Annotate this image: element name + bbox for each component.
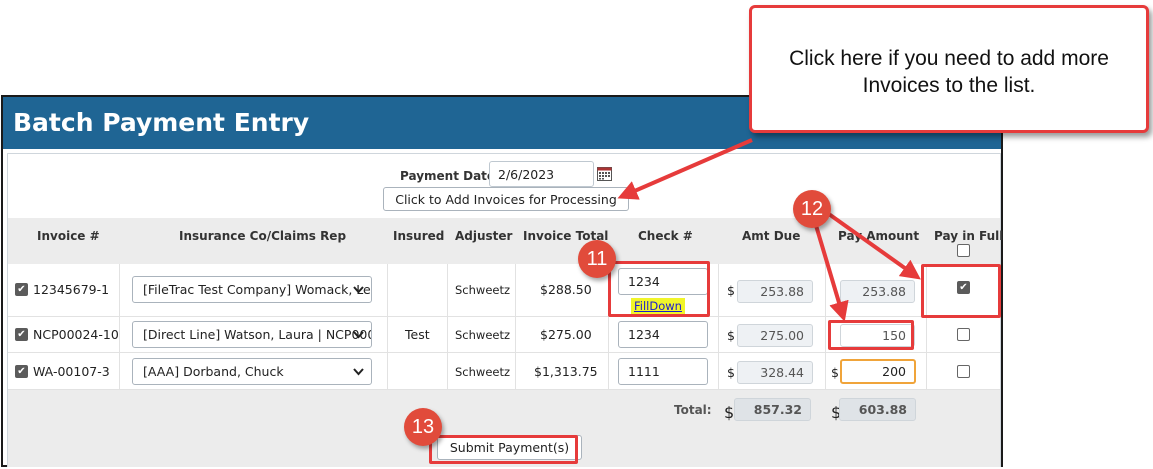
insurance-select[interactable]: [AAA] Dorband, Chuck: [132, 358, 372, 385]
payment-date-bar: Payment Date Click to Add Invoices for P…: [8, 154, 1000, 218]
step-badge-13: 13: [404, 408, 442, 446]
chevron-down-icon: [353, 368, 364, 376]
pay-amount-input[interactable]: 253.88: [840, 280, 915, 303]
filldown-highlight: [608, 261, 710, 317]
row-select-checkbox[interactable]: ✔: [15, 328, 28, 341]
col-insurance: Insurance Co/Claims Rep: [179, 229, 347, 243]
currency-symbol: $: [727, 365, 735, 380]
add-invoices-callout: Click here if you need to add more Invoi…: [749, 5, 1149, 133]
currency-symbol: $: [831, 365, 839, 380]
col-amt-due: Amt Due: [742, 229, 801, 243]
batch-payment-window: Batch Payment Entry Payment Date Click t…: [1, 95, 1003, 467]
table-row: ✔ WA-00107-3 [AAA] Dorband, Chuck Schwee…: [8, 353, 1000, 390]
currency-symbol: $: [724, 403, 735, 422]
total-amt-due: 857.32: [734, 398, 811, 421]
pay-in-full-all-checkbox[interactable]: [957, 244, 970, 257]
add-invoices-button[interactable]: Click to Add Invoices for Processing: [383, 187, 629, 211]
check-number-input[interactable]: [618, 321, 708, 348]
row-select-checkbox[interactable]: ✔: [15, 365, 28, 378]
adjuster: Schweetz: [455, 283, 511, 297]
pay-in-full-checkbox[interactable]: [957, 365, 970, 378]
chevron-down-icon: [353, 286, 364, 294]
adjuster: Schweetz: [455, 365, 511, 379]
invoice-number: WA-00107-3: [33, 364, 110, 379]
col-adjuster: Adjuster: [455, 229, 513, 243]
col-pay-amount: Pay Amount: [838, 229, 920, 243]
insurance-select-value: [AAA] Dorband, Chuck: [143, 364, 284, 379]
insurance-select[interactable]: [FileTrac Test Company] Womack, Lemuel: [132, 276, 372, 303]
table-row: ✔ 12345679-1 [FileTrac Test Company] Wom…: [8, 264, 1000, 317]
amt-due-value: 328.44: [737, 361, 813, 384]
submit-highlight: [429, 435, 578, 464]
step-badge-12: 12: [793, 190, 831, 228]
pay-in-full-highlight: [921, 264, 1001, 318]
insurance-select-value: [Direct Line] Watson, Laura | NCP00024: [143, 327, 372, 342]
insurance-select-value: [FileTrac Test Company] Womack, Lemuel: [143, 282, 371, 297]
payment-date-input[interactable]: [489, 161, 594, 187]
invoice-total: $1,313.75: [534, 364, 598, 379]
payment-date-label: Payment Date: [400, 169, 496, 183]
pay-in-full-checkbox[interactable]: [957, 328, 970, 341]
pay-amount-highlight: [828, 320, 914, 350]
invoice-total: $275.00: [540, 327, 592, 342]
step-badge-11: 11: [578, 240, 616, 278]
check-number-input[interactable]: [618, 358, 708, 385]
pay-amount-input[interactable]: 200: [840, 359, 916, 384]
col-insured: Insured: [393, 229, 445, 243]
amt-due-value: 275.00: [737, 324, 813, 347]
calendar-icon[interactable]: [597, 166, 612, 181]
col-invoice: Invoice #: [37, 229, 100, 243]
total-label: Total:: [674, 403, 712, 417]
table-header: Invoice # Insurance Co/Claims Rep Insure…: [8, 218, 1004, 264]
payment-panel: Payment Date Click to Add Invoices for P…: [7, 153, 1004, 467]
row-select-checkbox[interactable]: ✔: [15, 283, 28, 296]
col-check: Check #: [638, 229, 693, 243]
invoice-total: $288.50: [540, 282, 592, 297]
amt-due-value: 253.88: [737, 280, 813, 303]
currency-symbol: $: [727, 283, 735, 298]
chevron-down-icon: [353, 331, 364, 339]
insurance-select[interactable]: [Direct Line] Watson, Laura | NCP00024: [132, 321, 372, 348]
total-pay-amount: 603.88: [839, 398, 916, 421]
insured: Test: [405, 327, 430, 342]
invoice-number: 12345679-1: [33, 282, 110, 297]
currency-symbol: $: [727, 328, 735, 343]
col-pay-in-full: Pay in Full: [934, 229, 1004, 243]
invoice-number: NCP00024-10: [33, 327, 119, 342]
adjuster: Schweetz: [455, 328, 511, 342]
